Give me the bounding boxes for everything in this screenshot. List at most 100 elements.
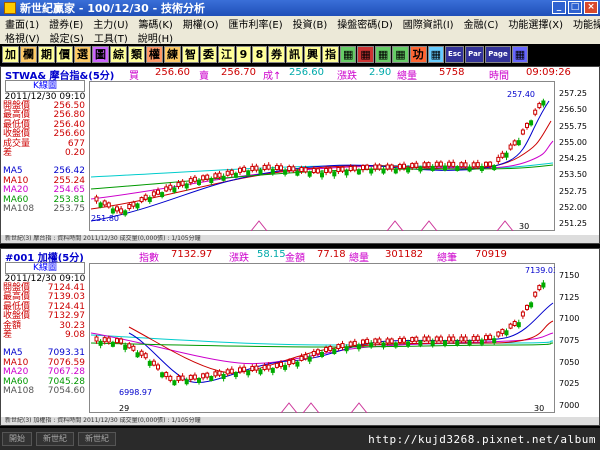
close-button[interactable]: × (584, 1, 598, 14)
candle-body (484, 161, 488, 167)
menu-item[interactable]: 畫面(1) (0, 16, 44, 31)
candle-body (180, 180, 185, 186)
axis-tick-label: 257.25 (559, 89, 587, 98)
toolbar-button[interactable]: 委 (200, 45, 217, 63)
taskbar-item[interactable]: 開始 (2, 432, 32, 446)
toolbar-button[interactable]: 欄 (20, 45, 37, 63)
candle-body (377, 164, 382, 170)
candle-body (172, 187, 177, 193)
toolbar-button[interactable]: 價 (56, 45, 73, 63)
candle-body (106, 337, 111, 343)
candle-body (352, 340, 357, 346)
toolbar-button[interactable]: 指 (322, 45, 339, 63)
title-bar: 新世紀贏家 - 100/12/30 - 技術分析 _ □ × (0, 0, 600, 16)
menu-item[interactable]: 說明(H) (133, 30, 178, 45)
candle-body (279, 361, 283, 367)
toolbar-button[interactable]: 綜 (110, 45, 127, 63)
menu-item[interactable]: 功能操作(T) (568, 16, 600, 31)
toolbar-button[interactable]: 券 (268, 45, 285, 63)
toolbar-button[interactable]: 期 (38, 45, 55, 63)
candle-body (406, 341, 411, 347)
candle-body (500, 328, 505, 334)
maximize-button[interactable]: □ (568, 1, 582, 14)
toolbar-button[interactable]: ▦ (511, 45, 529, 63)
candle-body (283, 364, 288, 370)
toolbar-button[interactable]: ▦ (392, 45, 409, 63)
low-price-label: 251.80 (91, 214, 119, 223)
toolbar-button[interactable]: ▦ (427, 45, 445, 63)
menu-row-2: 格視(V) 設定(S) 工具(T) 說明(H) (0, 30, 600, 45)
menu-item[interactable]: 國際資訊(I) (398, 16, 459, 31)
toolbar-button[interactable]: ▦ (357, 45, 374, 63)
candle-body (434, 161, 439, 167)
menu-item[interactable]: 投資(B) (288, 16, 333, 31)
candle-body (127, 343, 132, 349)
toolbar-button[interactable]: 加 (2, 45, 19, 63)
taskbar-item[interactable]: 新世紀 (78, 432, 116, 446)
toolbar-button[interactable]: 練 (164, 45, 181, 63)
toolbar-button[interactable]: ▦ (340, 45, 357, 63)
candle-body (393, 168, 398, 174)
toolbar-button[interactable]: Par (465, 45, 485, 63)
candle-body (98, 340, 103, 346)
high-price-label: 257.40 (507, 90, 535, 99)
candle-body (270, 367, 275, 373)
axis-tick-label: 7050 (559, 357, 580, 367)
toolbar-button[interactable]: 江 (218, 45, 235, 63)
candle-body (119, 208, 124, 214)
candle-body (381, 342, 386, 348)
candle-body (98, 202, 103, 208)
candle-body (529, 302, 534, 308)
candle-body (283, 169, 288, 175)
taskbar-item[interactable]: 新世紀 (36, 432, 74, 446)
candle-body (324, 347, 329, 353)
toolbar-button[interactable]: 興 (304, 45, 321, 63)
menu-item[interactable]: 籌碼(K) (133, 16, 177, 31)
menu-item[interactable]: 金融(C) (459, 16, 504, 31)
bid-value: 256.60 (155, 67, 190, 78)
minimize-button[interactable]: _ (552, 1, 566, 14)
candle-body (348, 166, 353, 172)
candle-body (459, 162, 464, 168)
menu-item[interactable]: 格視(V) (0, 30, 45, 45)
toolbar-button[interactable]: 權 (146, 45, 163, 63)
toolbar-button[interactable]: 選 (74, 45, 91, 63)
toolbar-button[interactable]: 類 (128, 45, 145, 63)
futures-candlestick-chart[interactable]: 257.40 251.80 30 (89, 81, 555, 231)
candle-body (414, 336, 419, 342)
candle-body (279, 165, 283, 171)
index-change-label: 漲跌 (229, 253, 249, 264)
menu-item[interactable]: 工具(T) (89, 30, 133, 45)
toolbar-button[interactable]: 訊 (286, 45, 303, 63)
axis-tick-label: 255.75 (559, 121, 587, 131)
candle-body (418, 166, 423, 172)
menu-item[interactable]: 期權(O) (178, 16, 224, 31)
toolbar-button[interactable]: 9 (236, 45, 251, 63)
menu-item[interactable]: 主力(U) (88, 16, 133, 31)
toolbar-button[interactable]: Page (485, 45, 511, 63)
toolbar: 加欄期價選圖綜類權練智委江 9 8 券訊興指 ▦ ▦ ▦ ▦ 功 ▦ Esc Par Page ▦ (0, 44, 600, 64)
menu-item[interactable]: 操盤密碼(D) (332, 16, 398, 31)
menu-item[interactable]: 功能選擇(X) (503, 16, 568, 31)
toolbar-button[interactable]: ▦ (374, 45, 392, 63)
menu-item[interactable]: 設定(S) (45, 30, 89, 45)
toolbar-button[interactable]: Esc (445, 45, 465, 63)
toolbar-button[interactable]: 智 (182, 45, 199, 63)
axis-tick-label: 253.50 (559, 170, 587, 180)
candle-body (168, 184, 173, 190)
toolbar-button[interactable]: 功 (409, 45, 427, 63)
candle-body (115, 206, 119, 212)
candle-body (123, 210, 128, 216)
toolbar-button[interactable]: 8 (252, 45, 267, 63)
candle-body (295, 361, 300, 367)
index-candlestick-chart[interactable]: 7139.03 6998.97 29 30 (89, 263, 555, 413)
menu-item[interactable]: 證券(E) (44, 16, 88, 31)
candle-body (430, 165, 435, 171)
candle-body (471, 162, 476, 168)
candle-body (324, 168, 329, 174)
menu-item[interactable]: 匯市利率(E) (223, 16, 287, 31)
axis-tick-label: 256.50 (559, 105, 587, 115)
toolbar-button[interactable]: 圖 (92, 45, 109, 63)
candle-body (463, 162, 468, 168)
candle-body (512, 140, 517, 146)
